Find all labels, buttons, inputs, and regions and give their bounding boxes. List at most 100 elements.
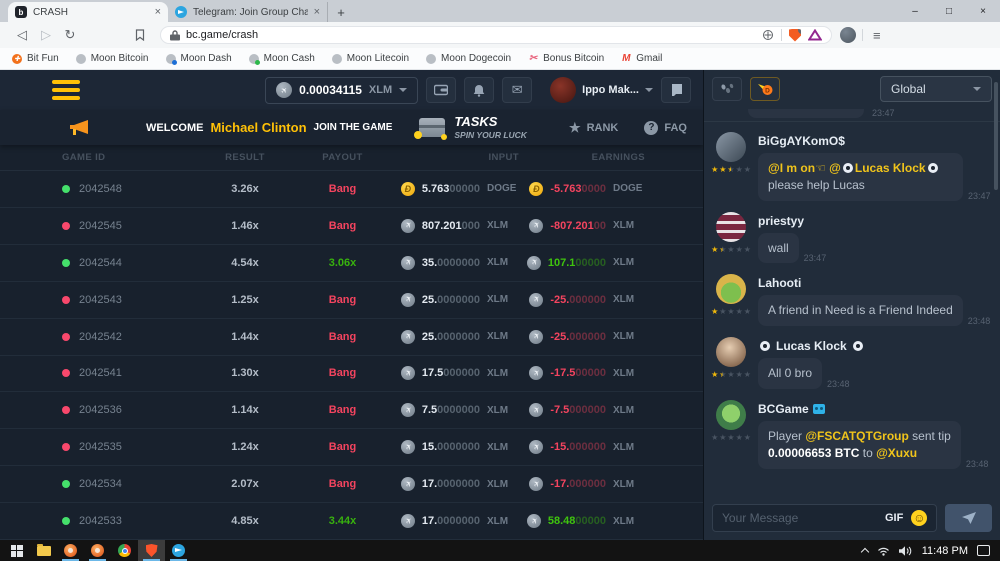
- brave-button[interactable]: [138, 540, 165, 561]
- balance-amount: 0.00034115: [299, 83, 362, 97]
- moon-icon: [166, 54, 176, 64]
- status-dot: [62, 259, 70, 267]
- tasks-widget[interactable]: TASKS SPIN YOUR LUCK: [419, 115, 527, 139]
- chat-bubble: A friend in Need is a Friend Indeed: [758, 295, 963, 326]
- mention[interactable]: Lucas Klock: [855, 161, 926, 175]
- fireball-icon: D: [757, 82, 773, 96]
- chat-toggle-button[interactable]: [661, 77, 691, 103]
- user-menu[interactable]: Ippo Mak...: [550, 77, 653, 103]
- balance-selector[interactable]: 0.00034115 XLM: [265, 77, 418, 104]
- address-bar[interactable]: bc.game/crash 0: [160, 26, 832, 44]
- target-icon[interactable]: [762, 29, 774, 41]
- back-button[interactable]: ◁: [10, 24, 34, 46]
- status-dot: [62, 296, 70, 304]
- bookmark-flag-icon[interactable]: [128, 24, 152, 46]
- table-row[interactable]: 2042534 2.07x Bang 17.0000000XLM -17.000…: [0, 466, 703, 503]
- minimize-button[interactable]: [898, 0, 932, 22]
- wifi-icon[interactable]: [877, 546, 890, 556]
- bookmark-moon-cash[interactable]: Moon Cash: [249, 53, 315, 64]
- bookmark-bonus-bitcoin[interactable]: Bonus Bitcoin: [528, 53, 604, 64]
- coin-icon: [401, 182, 415, 196]
- brave-shield-icon[interactable]: 0: [789, 29, 801, 42]
- taskbar-app-1[interactable]: [57, 540, 84, 561]
- close-window-button[interactable]: [966, 0, 1000, 22]
- bookmark-gmail[interactable]: Gmail: [621, 53, 662, 64]
- notifications-button[interactable]: [464, 77, 494, 103]
- emoji-button[interactable]: ☺: [911, 510, 927, 526]
- close-tab-icon[interactable]: [314, 7, 320, 18]
- clock[interactable]: 11:48 PM: [922, 545, 968, 557]
- wallet-button[interactable]: [426, 77, 456, 103]
- telegram-favicon: [175, 6, 187, 18]
- table-row[interactable]: 2042535 1.24x Bang 15.0000000XLM -15.000…: [0, 429, 703, 466]
- browser-tab-telegram[interactable]: Telegram: Join Group Chat: [168, 2, 328, 22]
- input-cell: 17.0000000XLM: [390, 477, 525, 491]
- gif-button[interactable]: GIF: [885, 512, 903, 524]
- mention[interactable]: @: [829, 161, 841, 175]
- browser-menu-icon[interactable]: [869, 28, 885, 43]
- faq-button[interactable]: FAQ: [644, 121, 687, 135]
- fireball-button[interactable]: D: [750, 77, 780, 101]
- chat-username[interactable]: priestyy: [758, 214, 994, 228]
- table-row[interactable]: 2042543 1.25x Bang 25.0000000XLM -25.000…: [0, 282, 703, 319]
- browser-navbar: ◁ ▷ ↻ bc.game/crash 0: [0, 22, 1000, 48]
- divider: [781, 29, 782, 41]
- send-button[interactable]: [945, 504, 992, 532]
- chat-username[interactable]: Lahooti: [758, 276, 994, 290]
- close-tab-icon[interactable]: [155, 7, 161, 18]
- robot-icon: [813, 404, 825, 414]
- volume-icon[interactable]: [899, 546, 913, 556]
- notification-center-icon[interactable]: [977, 545, 990, 556]
- browser-profile-icon[interactable]: [840, 27, 856, 43]
- table-row[interactable]: 2042545 1.46x Bang 807.201000XLM -807.20…: [0, 208, 703, 245]
- timestamp: 23:48: [966, 459, 989, 469]
- table-row[interactable]: 2042533 4.85x 3.44x 17.0000000XLM 58.480…: [0, 503, 703, 540]
- mention[interactable]: @Xuxu: [876, 446, 917, 460]
- game-id: 2042541: [79, 367, 122, 379]
- rain-button[interactable]: [712, 77, 742, 101]
- hamburger-menu-icon[interactable]: [52, 80, 80, 100]
- table-row[interactable]: 2042544 4.54x 3.06x 35.0000000XLM 107.10…: [0, 245, 703, 282]
- chat-username[interactable]: BCGame: [758, 402, 994, 416]
- chat-username[interactable]: BiGgAYKomO$: [758, 134, 994, 148]
- mention[interactable]: @FSCATQTGroup: [805, 429, 908, 443]
- status-dot: [62, 222, 70, 230]
- taskbar-app-2[interactable]: [84, 540, 111, 561]
- forward-button[interactable]: ▷: [34, 24, 58, 46]
- rank-button[interactable]: ★ RANK: [569, 121, 618, 134]
- star-rating: ★★★★★: [711, 371, 751, 379]
- browser-tab-crash[interactable]: CRASH: [8, 2, 168, 22]
- coin-icon: [401, 366, 415, 380]
- start-button[interactable]: [3, 540, 30, 561]
- status-dot: [62, 480, 70, 488]
- result-value: 2.07x: [195, 478, 295, 490]
- chat-input-box[interactable]: GIF ☺: [712, 504, 937, 532]
- tray-expand-icon[interactable]: [860, 548, 868, 556]
- file-explorer-button[interactable]: [30, 540, 57, 561]
- result-value: 1.46x: [195, 220, 295, 232]
- chat-message-input[interactable]: [722, 511, 877, 525]
- bookmark-bitfun[interactable]: Bit Fun: [12, 53, 59, 64]
- chat-scrollbar[interactable]: [994, 82, 998, 190]
- telegram-button[interactable]: [165, 540, 192, 561]
- bookmark-moon-dogecoin[interactable]: Moon Dogecoin: [426, 53, 511, 64]
- timestamp: 23:47: [804, 253, 827, 263]
- messages-button[interactable]: ✉: [502, 77, 532, 103]
- table-row[interactable]: 2042548 3.26x Bang 5.76300000DOGE -5.763…: [0, 171, 703, 208]
- reload-button[interactable]: ↻: [58, 24, 82, 46]
- chrome-button[interactable]: [111, 540, 138, 561]
- bat-triangle-icon[interactable]: [808, 29, 822, 41]
- chat-channel-select[interactable]: Global: [880, 76, 992, 102]
- bookmark-moon-litecoin[interactable]: Moon Litecoin: [332, 53, 409, 64]
- new-tab-button[interactable]: [328, 2, 354, 22]
- table-row[interactable]: 2042542 1.44x Bang 25.0000000XLM -25.000…: [0, 319, 703, 356]
- bookmark-moon-dash[interactable]: Moon Dash: [166, 53, 232, 64]
- chat-messages[interactable]: ★★★★★ BiGgAYKomO$ @I m on☜ @Lucas Klock …: [704, 122, 1000, 496]
- maximize-button[interactable]: [932, 0, 966, 22]
- table-row[interactable]: 2042536 1.14x Bang 7.50000000XLM -7.5000…: [0, 392, 703, 429]
- bookmark-moon-bitcoin[interactable]: Moon Bitcoin: [76, 53, 149, 64]
- coin-icon: [529, 330, 543, 344]
- mention[interactable]: @I m on: [768, 161, 815, 175]
- chat-username[interactable]: Lucas Klock: [758, 339, 994, 353]
- table-row[interactable]: 2042541 1.30x Bang 17.5000000XLM -17.500…: [0, 356, 703, 393]
